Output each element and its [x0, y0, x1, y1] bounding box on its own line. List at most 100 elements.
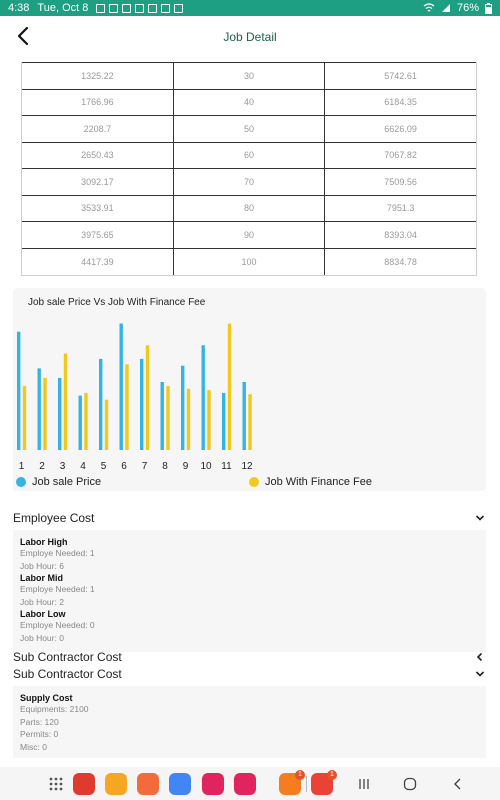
sub-contractor-cost-section-2: Sub Contractor Cost Supply Cost Equipmen…: [13, 666, 486, 758]
notification-badge: 1: [327, 770, 337, 780]
legend-dot-job-sale-price: [16, 477, 26, 487]
table-cell: 8834.78: [324, 247, 476, 275]
x-tick-label: 11: [221, 461, 232, 472]
legend-dot-job-with-finance-fee: [249, 477, 259, 487]
labor-high-group: Labor High Employe Needed: 1 Job Hour: 6: [20, 537, 479, 572]
labor-low-hours: Job Hour: 0: [20, 632, 64, 643]
table-cell: 3533.91: [22, 194, 174, 222]
bar-job-with-finance-fee-10: [207, 390, 211, 450]
bar-job-sale-price-4: [78, 395, 82, 450]
employee-cost-section: Employee Cost Labor High Employe Needed:…: [13, 510, 486, 652]
finance-table: 1325.22 30 5742.61 1766.96 40 6184.35 2208.7 50…: [21, 62, 477, 276]
status-time: 4:38: [8, 2, 30, 14]
supply-equipments: Equipments: 2100: [20, 704, 89, 714]
table-cell: 80: [172, 194, 325, 222]
table-row: 3092.17 70 7509.56: [22, 168, 476, 195]
x-tick-label: 6: [121, 461, 127, 472]
bar-job-with-finance-fee-5: [104, 399, 109, 450]
navigation-bar: 11: [0, 767, 500, 800]
employee-cost-header[interactable]: Employee Cost: [13, 510, 486, 526]
employee-cost-panel: Labor High Employe Needed: 1 Job Hour: 6…: [13, 530, 486, 652]
chrome-app-icon[interactable]: [169, 773, 191, 795]
bar-job-sale-price-10: [201, 345, 205, 450]
x-tick-label: 3: [60, 461, 66, 472]
legend-label-job-sale-price: Job sale Price: [32, 476, 102, 488]
nav-divider: [306, 776, 307, 792]
x-tick-label: 5: [101, 461, 107, 472]
table-cell: 6184.35: [324, 88, 476, 116]
recent-apps-icon[interactable]: [357, 777, 371, 791]
table-cell: 1325.22: [22, 62, 174, 89]
sub-contractor-cost-header-1[interactable]: Sub Contractor Cost: [13, 649, 486, 665]
table-row: 1766.96 40 6184.35: [22, 88, 476, 116]
labor-mid-employees: Employe Needed: 1: [20, 584, 95, 594]
bar-job-with-finance-fee-1: [22, 386, 27, 450]
table-cell: 1766.96: [22, 88, 174, 116]
camera-app-icon[interactable]: [234, 773, 256, 795]
battery-icon: [485, 2, 492, 14]
table-cell: 6626.09: [324, 115, 476, 142]
sub-contractor-cost-header-2[interactable]: Sub Contractor Cost: [13, 666, 486, 682]
table-row: 2208.7 50 6626.09: [22, 115, 476, 142]
table-cell: 2208.7: [22, 115, 174, 142]
bar-job-with-finance-fee-7: [145, 345, 150, 450]
table-cell: 4417.39: [22, 247, 174, 275]
labor-high-employees: Employe Needed: 1: [20, 548, 95, 558]
employee-cost-title: Employee Cost: [13, 511, 95, 525]
legend-item-job-with-finance-fee: Job With Finance Fee: [249, 476, 372, 488]
chart-card: Job sale Price Vs Job With Finance Fee 1…: [13, 288, 486, 491]
notification-badge: 1: [295, 770, 305, 780]
table-cell: 8393.04: [324, 221, 476, 248]
table-cell: 3092.17: [22, 168, 174, 195]
back-nav-icon[interactable]: [451, 777, 465, 791]
notes-app-icon[interactable]: [73, 773, 95, 795]
sub-contractor-cost-title-2: Sub Contractor Cost: [13, 667, 122, 681]
bar-job-sale-price-9: [181, 365, 185, 450]
bar-job-sale-price-6: [119, 323, 123, 450]
bar-job-sale-price-7: [140, 358, 144, 450]
wifi-icon: [423, 3, 435, 12]
finance-table-grid: 1325.22 30 5742.61 1766.96 40 6184.35 2208.7 50…: [22, 62, 476, 275]
app-bar: Job Detail: [0, 16, 500, 60]
home-icon[interactable]: [403, 777, 417, 791]
table-row: 1325.22 30 5742.61: [22, 62, 476, 89]
table-cell: 90: [172, 221, 325, 248]
battery-level: 76%: [456, 2, 479, 14]
supply-cost-title: Supply Cost: [20, 693, 73, 703]
x-tick-label: 2: [39, 461, 45, 472]
labor-low-group: Labor Low Employe Needed: 0 Job Hour: 0: [20, 609, 479, 644]
google-notification-icon: [122, 3, 132, 13]
tips-app-icon[interactable]: 1: [279, 770, 305, 795]
table-cell: 7951.3: [324, 194, 476, 222]
bulb-notification-icon: [161, 3, 171, 13]
gmail-app-icon[interactable]: 1: [311, 770, 337, 795]
bar-job-sale-price-12: [242, 382, 246, 450]
flower-app-icon[interactable]: [202, 773, 224, 795]
table-cell: 5742.61: [324, 62, 476, 89]
bar-job-with-finance-fee-4: [84, 392, 88, 450]
bar-job-with-finance-fee-6: [125, 364, 129, 450]
files-app-icon[interactable]: [105, 773, 127, 795]
labor-mid-group: Labor Mid Employe Needed: 1 Job Hour: 2: [20, 573, 479, 608]
legend-item-job-sale-price: Job sale Price: [16, 476, 101, 488]
contacts-app-icon[interactable]: [137, 773, 159, 795]
table-cell: 7067.82: [324, 141, 476, 169]
bar-job-with-finance-fee-11: [227, 323, 232, 450]
image-notification-icon: [135, 3, 145, 13]
x-tick-label: 7: [142, 461, 148, 472]
notification-icons: [96, 3, 184, 13]
table-cell: 100: [172, 247, 325, 275]
table-cell: 7509.56: [324, 168, 476, 195]
apps-grid-icon[interactable]: [45, 773, 67, 795]
download-icon: [96, 3, 106, 13]
chevron-left-icon: [476, 652, 483, 662]
supply-cost-panel: Supply Cost Equipments: 2100 Parts: 120 …: [13, 686, 486, 758]
table-cell: 50: [172, 115, 325, 142]
bar-job-sale-price-3: [58, 377, 62, 450]
chevron-down-icon: [475, 515, 485, 521]
labor-low-employees: Employe Needed: 0: [20, 620, 95, 630]
gmail-notification-icon: [109, 3, 119, 13]
gallery-notification-icon: [148, 3, 158, 13]
legend-label-job-with-finance-fee: Job With Finance Fee: [265, 476, 372, 488]
bar-chart: 1 2 3 4 5 6 7 8 9 10 11 12: [17, 323, 253, 472]
